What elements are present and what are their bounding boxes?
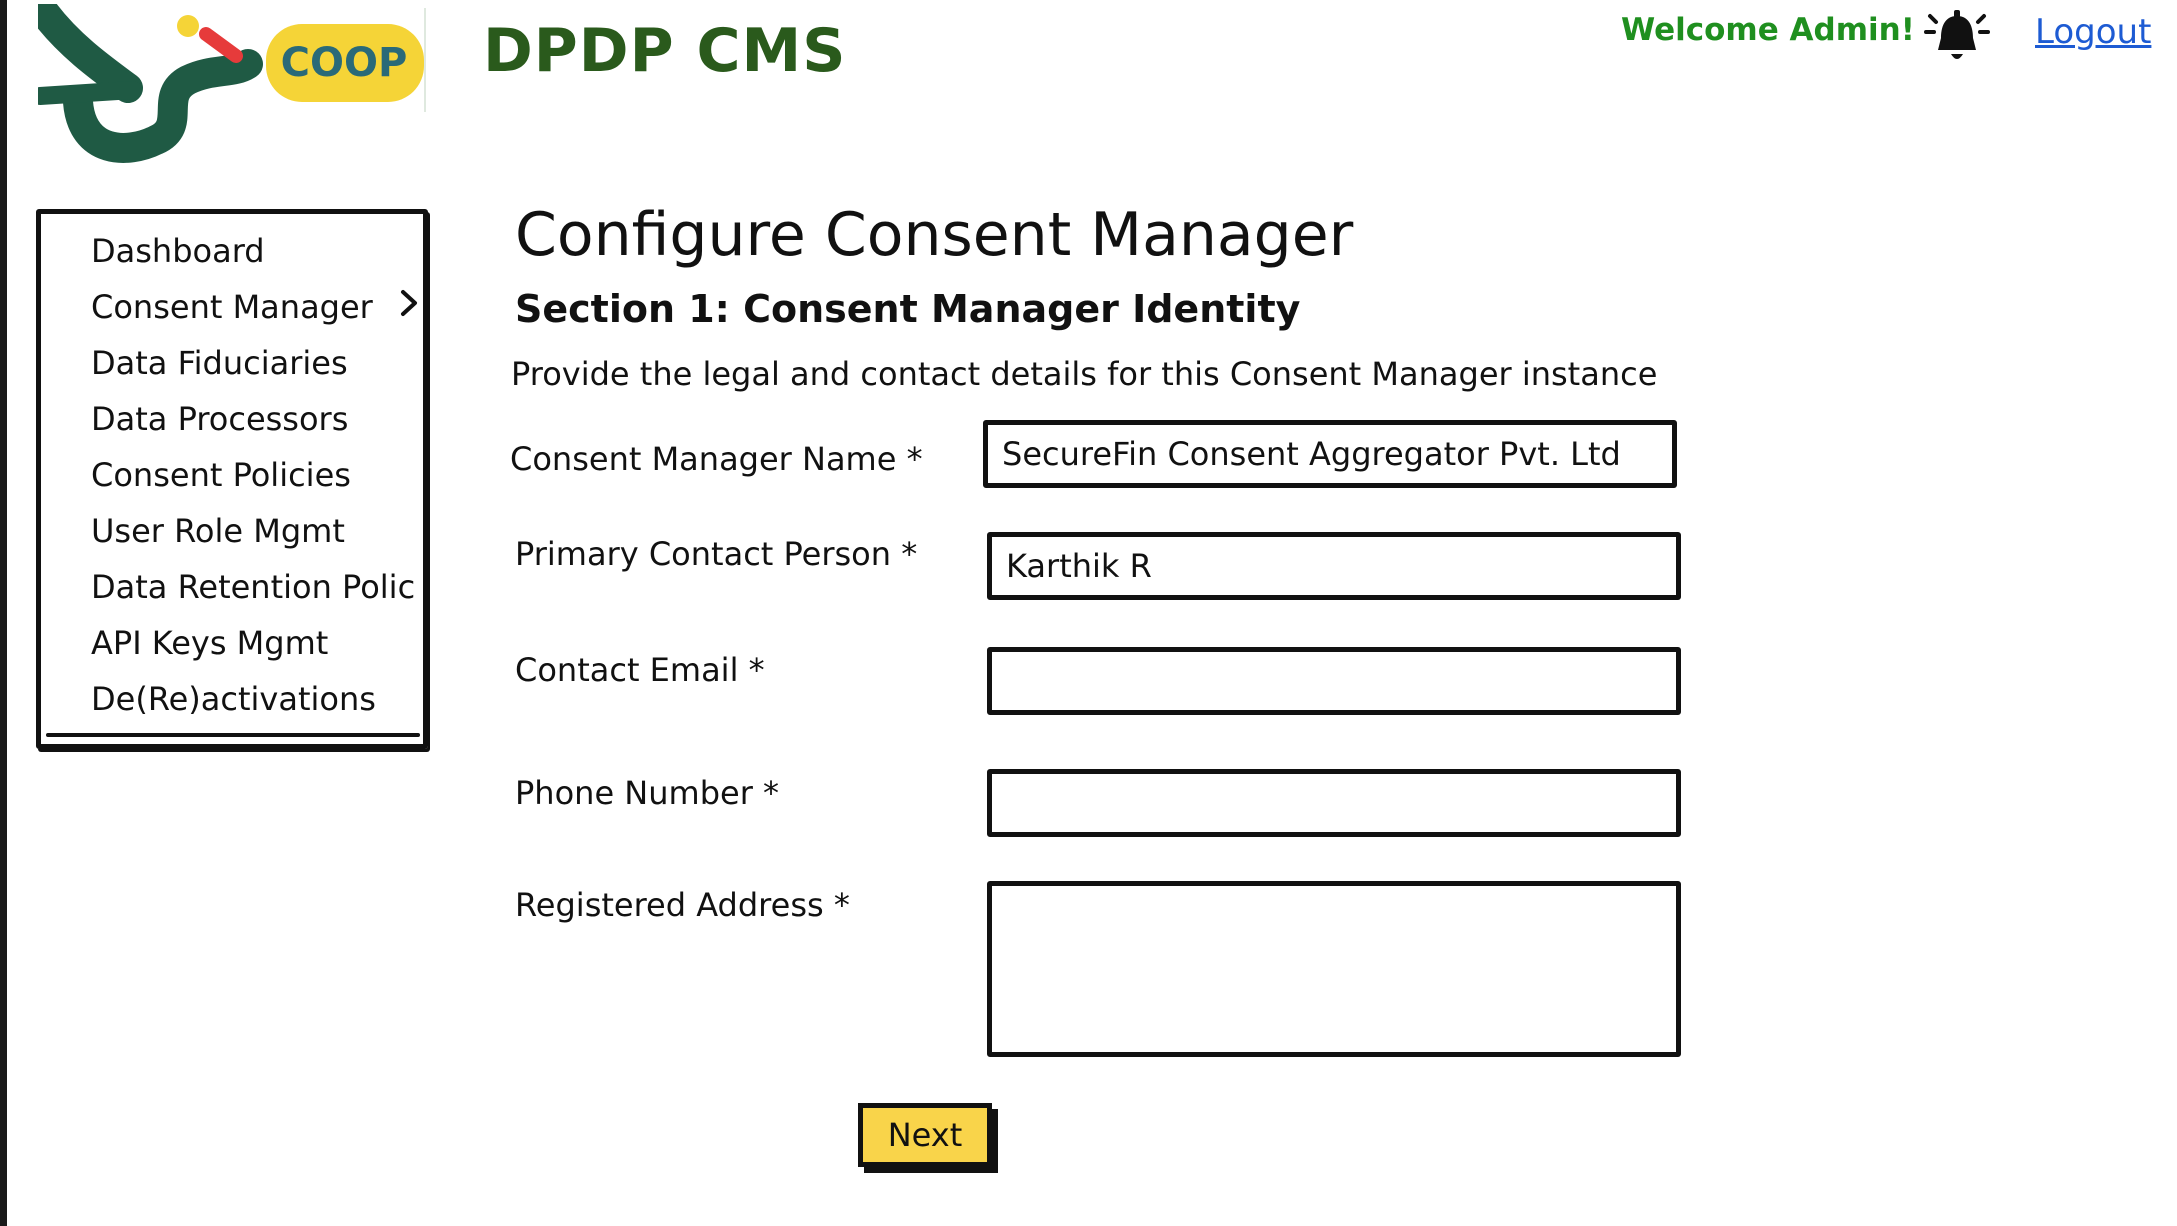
welcome-message: Welcome Admin! <box>1621 12 1915 48</box>
page-title: Configure Consent Manager <box>515 200 1354 270</box>
registered-address-label: Registered Address * <box>515 886 850 924</box>
primary-contact-input[interactable] <box>987 532 1681 600</box>
sidebar-item-deactivations[interactable]: De(Re)activations <box>91 680 376 718</box>
svg-text:COOP: COOP <box>281 40 408 86</box>
section-title: Section 1: Consent Manager Identity <box>515 287 1301 331</box>
page-left-border <box>0 0 7 1226</box>
contact-email-input[interactable] <box>987 647 1681 715</box>
bell-icon[interactable] <box>1924 6 1990 68</box>
brand-logo: COOP <box>29 0 428 174</box>
primary-contact-label: Primary Contact Person * <box>515 535 918 573</box>
sidebar-item-data-fiduciaries[interactable]: Data Fiduciaries <box>91 344 348 382</box>
next-button[interactable]: Next <box>858 1103 992 1167</box>
sidebar-item-consent-manager[interactable]: Consent Manager <box>91 288 373 326</box>
section-description: Provide the legal and contact details fo… <box>511 355 1658 393</box>
sidebar-divider <box>46 733 420 737</box>
phone-number-label: Phone Number * <box>515 774 780 812</box>
sidebar-nav: Dashboard Consent Manager Data Fiduciari… <box>36 209 428 749</box>
consent-manager-name-input[interactable] <box>983 420 1677 488</box>
sidebar-item-api-keys-mgmt[interactable]: API Keys Mgmt <box>91 624 328 662</box>
contact-email-label: Contact Email * <box>515 651 765 689</box>
sidebar-item-consent-policies[interactable]: Consent Policies <box>91 456 351 494</box>
chevron-right-icon[interactable] <box>398 288 420 318</box>
consent-manager-name-label: Consent Manager Name * <box>510 440 923 478</box>
sidebar-item-user-role-mgmt[interactable]: User Role Mgmt <box>91 512 345 550</box>
logo-divider <box>424 8 426 112</box>
app-title: DPDP CMS <box>483 16 847 86</box>
sidebar-item-data-retention[interactable]: Data Retention Polic <box>91 568 415 606</box>
sidebar-item-data-processors[interactable]: Data Processors <box>91 400 348 438</box>
registered-address-textarea[interactable] <box>987 881 1681 1057</box>
logout-link[interactable]: Logout <box>2035 12 2151 52</box>
sidebar-item-dashboard[interactable]: Dashboard <box>91 232 265 270</box>
phone-number-input[interactable] <box>987 769 1681 837</box>
